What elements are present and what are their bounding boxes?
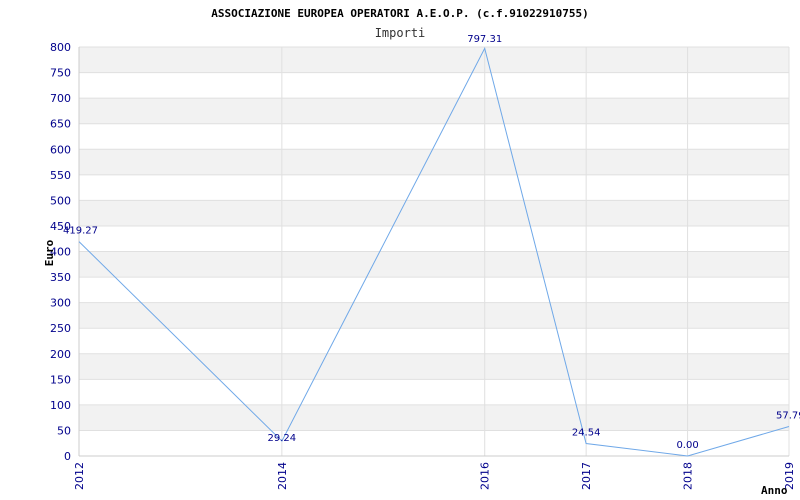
- grid-band: [79, 47, 789, 73]
- x-axis-ticks: 2012 2014 2016 2017 2018 2019: [73, 462, 796, 490]
- y-tick-label: 750: [50, 67, 71, 80]
- x-axis-label: Anno: [761, 484, 788, 497]
- y-tick-label: 800: [50, 41, 71, 54]
- grid-band: [79, 98, 789, 124]
- y-tick-label: 100: [50, 399, 71, 412]
- x-tick-label: 2017: [580, 462, 593, 490]
- data-label: 57.79: [776, 410, 800, 421]
- y-tick-label: 350: [50, 271, 71, 284]
- grid-band: [79, 149, 789, 175]
- x-tick-label: 2012: [73, 462, 86, 490]
- y-tick-label: 250: [50, 322, 71, 335]
- y-tick-label: 200: [50, 348, 71, 361]
- grid-band: [79, 200, 789, 226]
- x-tick-label: 2018: [682, 462, 695, 490]
- grid-band: [79, 302, 789, 329]
- y-tick-label: 500: [50, 194, 71, 207]
- y-tick-label: 700: [50, 92, 71, 105]
- line-chart: 0501001502002503003504004505005506006507…: [43, 7, 800, 497]
- grid-band: [79, 251, 789, 278]
- data-label: 24.54: [572, 427, 601, 438]
- data-label: 797.31: [467, 34, 502, 45]
- data-label: 0.00: [676, 440, 698, 451]
- grid-band: [79, 353, 789, 380]
- y-tick-label: 550: [50, 169, 71, 182]
- x-tick-label: 2016: [479, 462, 492, 490]
- y-tick-label: 150: [50, 373, 71, 386]
- y-tick-label: 300: [50, 297, 71, 310]
- y-tick-label: 0: [64, 450, 71, 463]
- data-label: 29.24: [268, 433, 297, 444]
- grid-band: [79, 404, 789, 431]
- y-tick-label: 50: [57, 424, 71, 437]
- chart-title: ASSOCIAZIONE EUROPEA OPERATORI A.E.O.P. …: [211, 7, 589, 20]
- y-tick-label: 650: [50, 118, 71, 131]
- x-tick-label: 2014: [276, 462, 289, 490]
- data-label: 419.27: [63, 226, 98, 237]
- y-tick-label: 600: [50, 143, 71, 156]
- chart-subtitle: Importi: [375, 26, 426, 40]
- y-axis-label: Euro: [43, 239, 56, 266]
